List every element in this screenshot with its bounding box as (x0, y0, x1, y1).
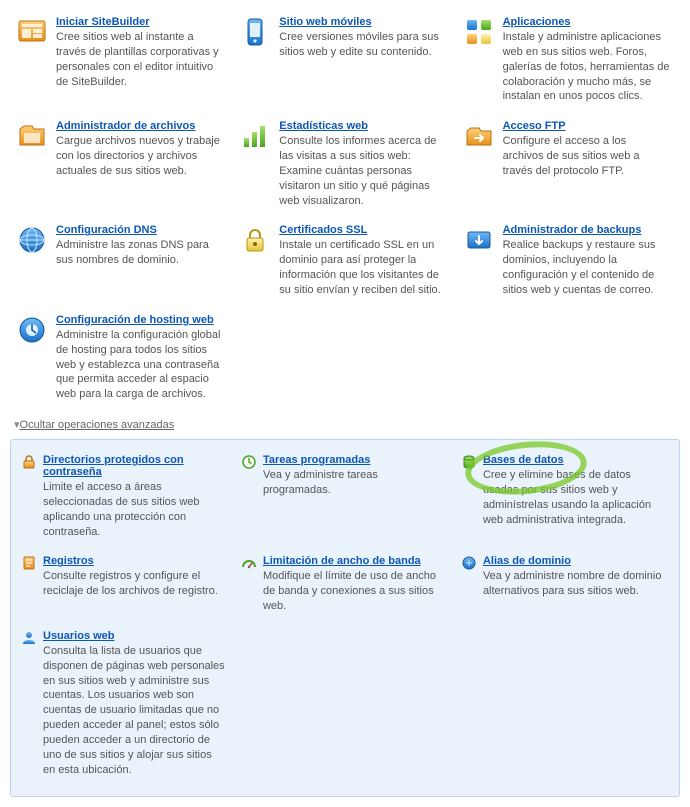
tool-item-ssl: Certificados SSL Instale un certificado S… (233, 218, 456, 307)
tool-desc-sitebuilder: Cree sitios web al instante a través de … (56, 30, 223, 89)
advanced-tools-panel: Directorios protegidos con contraseñaLim… (10, 439, 680, 797)
tool-item-bandwidth: Limitación de ancho de banda Modifique el… (235, 549, 455, 624)
tool-desc-tasks: Vea y administre tareas programadas. (263, 468, 445, 498)
alias-icon (461, 555, 477, 571)
tool-desc-alias: Vea y administre nombre de dominio alter… (483, 569, 665, 599)
tool-desc-apps: Instale y administre aplicaciones web en… (503, 30, 670, 104)
tool-link-ssl[interactable]: Certificados SSL (279, 224, 367, 236)
tool-item-apps: Aplicaciones Instale y administre aplicac… (457, 10, 680, 114)
lock-icon (21, 454, 37, 470)
tool-item-hosting: Configuración de hosting web Administre l… (10, 308, 233, 412)
tool-link-db[interactable]: Bases de datos (483, 454, 564, 466)
ftp-icon (463, 120, 495, 152)
tool-link-hosting[interactable]: Configuración de hosting web (56, 314, 214, 326)
tool-item-ftp: Acceso FTP Configure el acceso a los arch… (457, 114, 680, 218)
mobile-icon (239, 16, 271, 48)
tool-item-dns: Configuración DNS Administre las zonas DN… (10, 218, 233, 307)
backup-icon (463, 224, 495, 256)
advanced-toggle-row: Ocultar operaciones avanzadas (10, 412, 680, 439)
tool-desc-mobile: Cree versiones móviles para sus sitios w… (279, 30, 446, 60)
tool-item-alias: Alias de dominio Vea y administre nombre … (455, 549, 675, 624)
toggle-advanced-link[interactable]: Ocultar operaciones avanzadas (14, 419, 174, 431)
tool-link-protdirs[interactable]: Directorios protegidos con contraseña (43, 454, 225, 478)
tool-desc-ftp: Configure el acceso a los archivos de su… (503, 134, 670, 179)
gauge-icon (241, 555, 257, 571)
tool-link-sitebuilder[interactable]: Iniciar SiteBuilder (56, 16, 150, 28)
tool-desc-protdirs: Limite el acceso a áreas seleccionadas d… (43, 480, 225, 539)
tool-item-sitebuilder: Iniciar SiteBuilder Cree sitios web al in… (10, 10, 233, 114)
tool-desc-logs: Consulte registros y configure el recicl… (43, 569, 225, 599)
files-icon (16, 120, 48, 152)
tool-item-stats: Estadísticas web Consulte los informes ac… (233, 114, 456, 218)
tool-link-stats[interactable]: Estadísticas web (279, 120, 368, 132)
tool-desc-hosting: Administre la configuración global de ho… (56, 328, 223, 402)
tool-desc-webusers: Consulta la lista de usuarios que dispon… (43, 644, 225, 778)
ssl-icon (239, 224, 271, 256)
apps-icon (463, 16, 495, 48)
tool-link-backup[interactable]: Administrador de backups (503, 224, 642, 236)
tool-link-webusers[interactable]: Usuarios web (43, 630, 115, 642)
tool-desc-dns: Administre las zonas DNS para sus nombre… (56, 238, 223, 268)
db-icon (461, 454, 477, 470)
main-tools-grid: Iniciar SiteBuilder Cree sitios web al in… (10, 10, 680, 412)
tool-link-mobile[interactable]: Sitio web móviles (279, 16, 371, 28)
tool-desc-db: Cree y elimine bases de datos usadas por… (483, 468, 665, 527)
tool-desc-files: Cargue archivos nuevos y trabaje con los… (56, 134, 223, 179)
tool-item-tasks: Tareas programadas Vea y administre tarea… (235, 448, 455, 549)
tool-link-bandwidth[interactable]: Limitación de ancho de banda (263, 555, 421, 567)
tool-item-db: Bases de datos Cree y elimine bases de da… (455, 448, 675, 549)
tool-item-mobile: Sitio web móviles Cree versiones móviles … (233, 10, 456, 114)
tool-desc-bandwidth: Modifique el límite de uso de ancho de b… (263, 569, 445, 614)
tool-link-dns[interactable]: Configuración DNS (56, 224, 157, 236)
logs-icon (21, 555, 37, 571)
tool-item-backup: Administrador de backups Realice backups … (457, 218, 680, 307)
tool-desc-backup: Realice backups y restaure sus dominios,… (503, 238, 670, 297)
tool-link-tasks[interactable]: Tareas programadas (263, 454, 370, 466)
tool-link-ftp[interactable]: Acceso FTP (503, 120, 566, 132)
stats-icon (239, 120, 271, 152)
tool-link-apps[interactable]: Aplicaciones (503, 16, 571, 28)
tool-item-logs: Registros Consulte registros y configure … (15, 549, 235, 624)
sitebuilder-icon (16, 16, 48, 48)
tool-link-files[interactable]: Administrador de archivos (56, 120, 195, 132)
hosting-icon (16, 314, 48, 346)
tool-item-protdirs: Directorios protegidos con contraseñaLim… (15, 448, 235, 549)
tool-desc-stats: Consulte los informes acerca de las visi… (279, 134, 446, 208)
tool-link-logs[interactable]: Registros (43, 555, 94, 567)
clock-icon (241, 454, 257, 470)
users-icon (21, 630, 37, 646)
tool-item-files: Administrador de archivos Cargue archivos… (10, 114, 233, 218)
tool-item-webusers: Usuarios web Consulta la lista de usuario… (15, 624, 235, 788)
tool-desc-ssl: Instale un certificado SSL en un dominio… (279, 238, 446, 297)
tool-link-alias[interactable]: Alias de dominio (483, 555, 571, 567)
dns-icon (16, 224, 48, 256)
